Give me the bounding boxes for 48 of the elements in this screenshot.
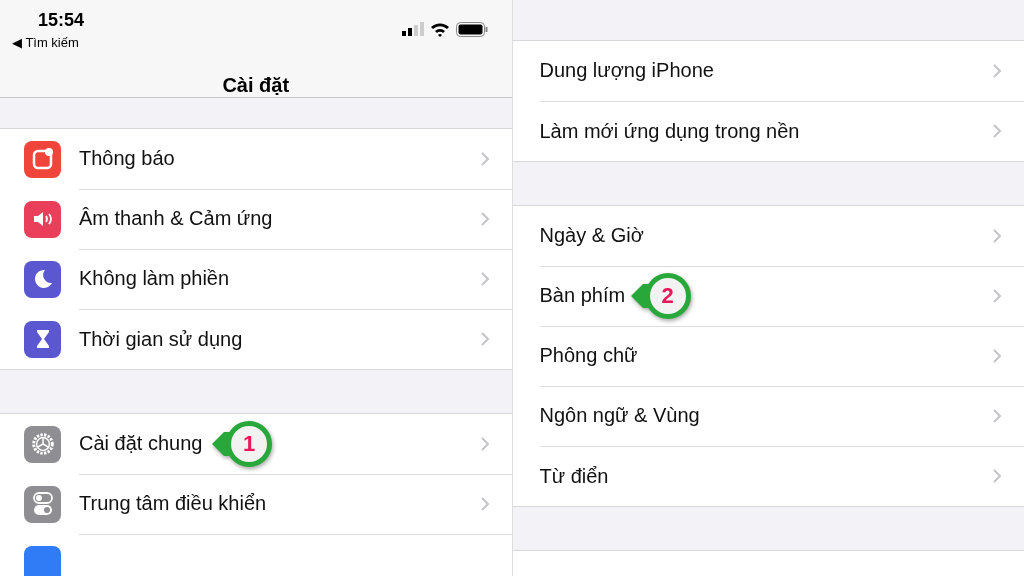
signal-icon xyxy=(401,22,424,36)
settings-row[interactable]: Cài đặt chung 1 xyxy=(0,414,512,474)
settings-row[interactable]: Dung lượng iPhone xyxy=(512,41,1024,101)
row-label: Thời gian sử dụng xyxy=(79,327,243,351)
settings-row[interactable]: Thời gian sử dụng xyxy=(0,309,512,369)
settings-row[interactable]: Trung tâm điều khiển xyxy=(0,474,512,534)
row-label: Ngôn ngữ & Vùng xyxy=(539,404,700,427)
page-title: Cài đặt xyxy=(221,74,291,97)
chevron-icon xyxy=(479,435,490,452)
settings-row[interactable]: Ngôn ngữ & Vùng xyxy=(512,386,1024,446)
step-number-badge: 1 xyxy=(226,421,272,467)
settings-row[interactable]: Làm mới ứng dụng trong nền xyxy=(512,101,1024,161)
row-label: Cài đặt chung xyxy=(79,432,203,455)
notification-icon xyxy=(30,147,55,171)
row-label: Trung tâm điều khiển xyxy=(79,492,267,515)
row-label: Từ điển xyxy=(539,464,609,488)
chevron-icon xyxy=(992,123,1002,139)
settings-row[interactable]: Ngày & Giờ xyxy=(512,206,1024,266)
chevron-icon xyxy=(479,210,490,227)
chevron-icon xyxy=(992,227,1002,244)
row-label: Ngày & Giờ xyxy=(539,224,644,247)
clock-time: 15:54 xyxy=(37,10,85,31)
chevron-icon xyxy=(479,495,490,512)
settings-row[interactable]: Không làm phiền xyxy=(0,249,512,309)
row-label: Phông chữ xyxy=(539,344,638,367)
wifi-icon xyxy=(429,22,450,37)
settings-row[interactable]: Bàn phím 2 xyxy=(512,266,1024,326)
chevron-icon xyxy=(992,347,1002,364)
settings-row[interactable]: Từ điển xyxy=(512,446,1024,506)
row-label: Dung lượng iPhone xyxy=(539,59,714,82)
chevron-icon xyxy=(992,468,1002,484)
chevron-icon xyxy=(479,150,490,167)
back-link[interactable]: ◀ Tìm kiếm xyxy=(12,35,85,50)
chevron-icon xyxy=(479,331,490,347)
chevron-icon xyxy=(992,287,1002,304)
row-label: Bàn phím xyxy=(539,284,626,307)
row-label: Âm thanh & Cảm ứng xyxy=(79,207,273,230)
battery-icon xyxy=(455,22,488,37)
row-label: Thông báo xyxy=(79,147,175,170)
chevron-icon xyxy=(992,62,1002,79)
row-label: Làm mới ứng dụng trong nền xyxy=(539,119,800,143)
chevron-icon xyxy=(992,407,1002,424)
settings-row[interactable]: Thông báo xyxy=(0,129,512,189)
toggles-icon xyxy=(30,490,55,518)
chevron-icon xyxy=(479,270,490,287)
row-label: Không làm phiền xyxy=(79,267,230,290)
settings-row[interactable]: Âm thanh & Cảm ứng xyxy=(0,189,512,249)
settings-row[interactable]: Phông chữ xyxy=(512,326,1024,386)
